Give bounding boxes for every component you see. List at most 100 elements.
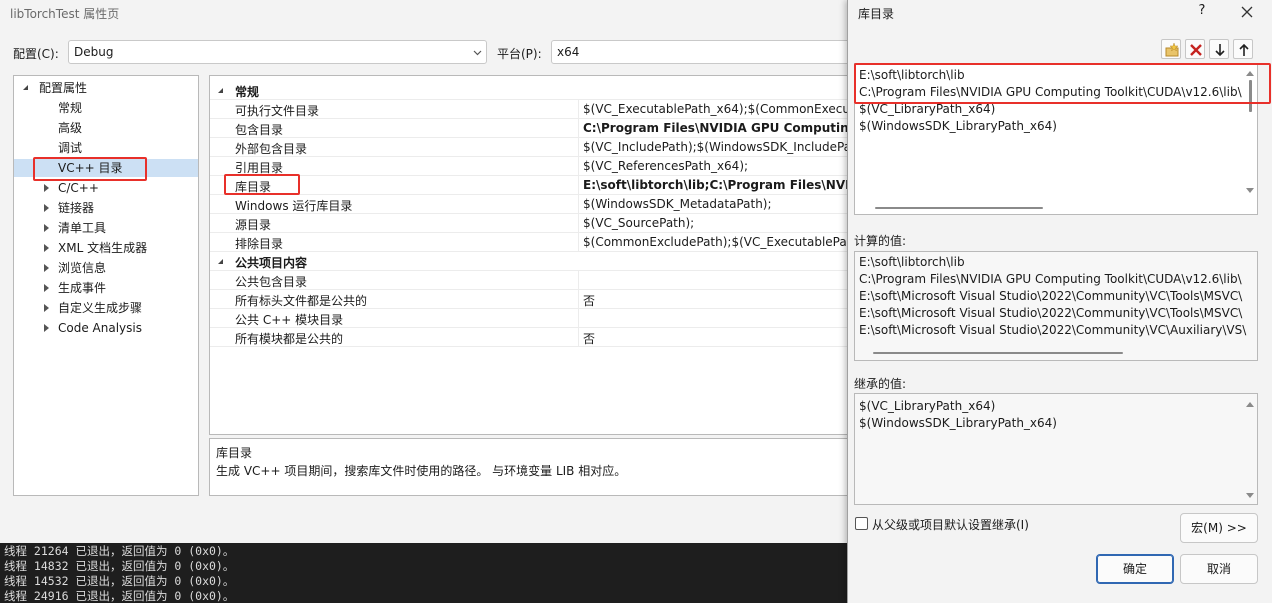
row-value: $(CommonExcludePath);$(VC_ExecutablePath… [583,235,849,249]
category-label: 常规 [235,85,260,99]
description-text: 生成 VC++ 项目期间，搜索库文件时使用的路径。 与环境变量 LIB 相对应。 [216,464,627,478]
collapsed-arrow-icon [44,184,49,192]
grid-row-exclude-dirs[interactable]: 排除目录 $(CommonExcludePath);$(VC_Executable… [210,233,849,252]
computed-values-list: E:\soft\libtorch\lib C:\Program Files\NV… [854,251,1258,361]
inherited-values-label: 继承的值: [854,377,907,391]
tree-item-browse-info[interactable]: 浏览信息 [58,259,106,277]
tree-item-code-analysis[interactable]: Code Analysis [58,319,142,337]
scroll-up-icon[interactable] [1246,402,1254,407]
row-name: 所有模块都是公共的 [235,332,344,346]
grid-row-all-headers-public[interactable]: 所有标头文件都是公共的 否 [210,290,848,309]
move-up-button[interactable] [1233,39,1253,59]
config-value: Debug [74,45,114,59]
expanded-arrow-icon [23,85,28,90]
grid-row-library-dirs[interactable]: 库目录 E:\soft\libtorch\lib;C:\Program Files… [210,176,849,195]
tree-item-vc-directories[interactable]: VC++ 目录 [14,159,198,177]
tree-item-linker[interactable]: 链接器 [58,199,94,217]
row-name: 排除目录 [235,237,284,251]
delete-icon [1190,44,1202,56]
row-value: $(VC_SourcePath); [583,216,695,230]
config-combo[interactable]: Debug [68,40,487,64]
grid-row-public-include-dirs[interactable]: 公共包含目录 [210,271,848,290]
list-item[interactable]: $(VC_LibraryPath_x64) [859,102,995,116]
list-item: E:\soft\libtorch\lib [859,255,965,269]
ok-button[interactable]: 确定 [1096,554,1174,584]
library-dirs-dialog: 库目录 ? E:\soft\libtorch\lib C:\Program Fi… [847,0,1272,603]
row-value: C:\Program Files\NVIDIA GPU Computing T [583,121,849,135]
console-line: 线程 21264 已退出，返回值为 0 (0x0)。 [4,544,235,558]
row-name: 库目录 [235,180,272,194]
scrollbar-thumb[interactable] [875,207,1043,209]
close-icon[interactable] [1238,3,1256,21]
row-name: 外部包含目录 [235,142,308,156]
scroll-down-icon[interactable] [1246,188,1254,193]
delete-line-button[interactable] [1185,39,1205,59]
tree-item-general[interactable]: 常规 [58,99,82,117]
list-item[interactable]: E:\soft\libtorch\lib [859,68,965,82]
grid-category-public-project[interactable]: 公共项目内容 [210,252,848,271]
list-item: E:\soft\Microsoft Visual Studio\2022\Com… [859,323,1247,337]
grid-row-include-dirs[interactable]: 包含目录 C:\Program Files\NVIDIA GPU Computin… [210,119,849,138]
collapsed-arrow-icon [44,264,49,272]
expanded-arrow-icon [218,259,223,264]
directories-edit-list[interactable]: E:\soft\libtorch\lib C:\Program Files\NV… [854,63,1258,215]
row-value: $(WindowsSDK_MetadataPath); [583,197,772,211]
property-grid: 常规 可执行文件目录 $(VC_ExecutablePath_x64);$(Com… [209,75,849,435]
list-item: $(WindowsSDK_LibraryPath_x64) [859,416,1057,430]
row-value: 否 [583,332,596,346]
config-label: 配置(C): [13,47,59,61]
scroll-down-icon[interactable] [1246,493,1254,498]
description-panel: 库目录 生成 VC++ 项目期间，搜索库文件时使用的路径。 与环境变量 LIB … [209,438,849,496]
tree-item-custom-build[interactable]: 自定义生成步骤 [58,299,142,317]
grid-row-reference-dirs[interactable]: 引用目录 $(VC_ReferencesPath_x64); [210,157,848,176]
row-name: 引用目录 [235,161,284,175]
inherit-checkbox[interactable] [855,517,868,530]
tree-item-manifest-tool[interactable]: 清单工具 [58,219,106,237]
grid-row-public-module-dirs[interactable]: 公共 C++ 模块目录 [210,309,848,328]
scrollbar-thumb[interactable] [1249,80,1252,112]
collapsed-arrow-icon [44,304,49,312]
tree-item-xml-doc[interactable]: XML 文档生成器 [58,239,147,257]
collapsed-arrow-icon [44,204,49,212]
list-item: $(VC_LibraryPath_x64) [859,399,996,413]
row-name: 公共 C++ 模块目录 [235,313,344,327]
output-console: 线程 21264 已退出，返回值为 0 (0x0)。 线程 14832 已退出，… [0,543,850,603]
tree-root-config[interactable]: 配置属性 [39,79,87,97]
tree-item-advanced[interactable]: 高级 [58,119,82,137]
scroll-up-icon[interactable] [1246,71,1254,76]
collapsed-arrow-icon [44,284,49,292]
grid-row-winrt-lib-dirs[interactable]: Windows 运行库目录 $(WindowsSDK_MetadataPath); [210,195,848,214]
collapsed-arrow-icon [44,224,49,232]
tree-item-cpp[interactable]: C/C++ [58,179,99,197]
console-line: 线程 24916 已退出，返回值为 0 (0x0)。 [4,589,235,603]
row-name: Windows 运行库目录 [235,199,353,213]
row-name: 包含目录 [235,123,284,137]
scrollbar-thumb[interactable] [873,352,1123,354]
computed-values-label: 计算的值: [854,234,907,248]
inherit-checkbox-label[interactable]: 从父级或项目默认设置继承(I) [872,516,1029,533]
grid-category-general[interactable]: 常规 [210,81,848,100]
platform-combo[interactable]: x64 [551,40,851,64]
grid-row-executable-dirs[interactable]: 可执行文件目录 $(VC_ExecutablePath_x64);$(Common… [210,100,848,119]
row-value: 否 [583,294,596,308]
arrow-down-icon [1215,44,1225,57]
cancel-button[interactable]: 取消 [1180,554,1258,584]
new-line-button[interactable] [1161,39,1181,59]
inherited-values-list: $(VC_LibraryPath_x64) $(WindowsSDK_Libra… [854,393,1258,505]
row-value: E:\soft\libtorch\lib;C:\Program Files\NV… [583,178,849,192]
chevron-down-icon [473,50,482,56]
tree-item-build-events[interactable]: 生成事件 [58,279,106,297]
grid-row-external-include-dirs[interactable]: 外部包含目录 $(VC_IncludePath);$(WindowsSDK_Inc… [210,138,848,157]
move-down-button[interactable] [1209,39,1229,59]
tree-item-debugging[interactable]: 调试 [58,139,82,157]
row-name: 公共包含目录 [235,275,308,289]
grid-row-source-dirs[interactable]: 源目录 $(VC_SourcePath); [210,214,848,233]
dialog-title: 库目录 [858,7,895,21]
list-item[interactable]: $(WindowsSDK_LibraryPath_x64) [859,119,1057,133]
macros-button[interactable]: 宏(M) >> [1180,513,1258,543]
help-button[interactable]: ? [1194,3,1210,21]
category-label: 公共项目内容 [235,256,308,270]
platform-label: 平台(P): [497,47,542,61]
list-item[interactable]: C:\Program Files\NVIDIA GPU Computing To… [859,85,1242,99]
grid-row-all-modules-public[interactable]: 所有模块都是公共的 否 [210,328,848,347]
